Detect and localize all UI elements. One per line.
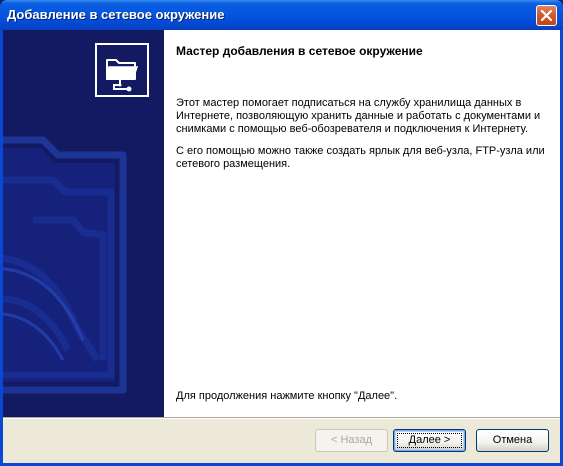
back-button-label: < Назад (331, 434, 372, 446)
cancel-button-label: Отмена (492, 434, 533, 446)
cancel-button[interactable]: Отмена (476, 429, 549, 452)
network-folder-icon (95, 43, 149, 97)
wizard-description: Этот мастер помогает подписаться на служ… (176, 97, 541, 135)
back-button[interactable]: < Назад (315, 429, 388, 452)
next-button[interactable]: Далее > (393, 429, 466, 452)
wizard-description-extra: С его помощью можно также создать ярлык … (176, 145, 545, 170)
dialog-window: Добавление в сетевое окружение Мастер до… (0, 0, 563, 466)
window-title: Добавление в сетевое окружение (7, 7, 225, 22)
title-bar[interactable]: Добавление в сетевое окружение (0, 0, 563, 30)
close-button[interactable] (536, 5, 557, 26)
dialog-client: Мастер добавления в сетевое окружение Эт… (3, 30, 560, 463)
wizard-panel: Мастер добавления в сетевое окружение Эт… (3, 30, 560, 417)
button-separator (3, 417, 560, 419)
focus-rectangle (397, 433, 462, 448)
continue-hint: Для продолжения нажмите кнопку "Далее". (176, 390, 398, 402)
wizard-side-banner (3, 30, 164, 417)
wizard-heading: Мастер добавления в сетевое окружение (176, 44, 423, 58)
close-icon (541, 10, 552, 21)
